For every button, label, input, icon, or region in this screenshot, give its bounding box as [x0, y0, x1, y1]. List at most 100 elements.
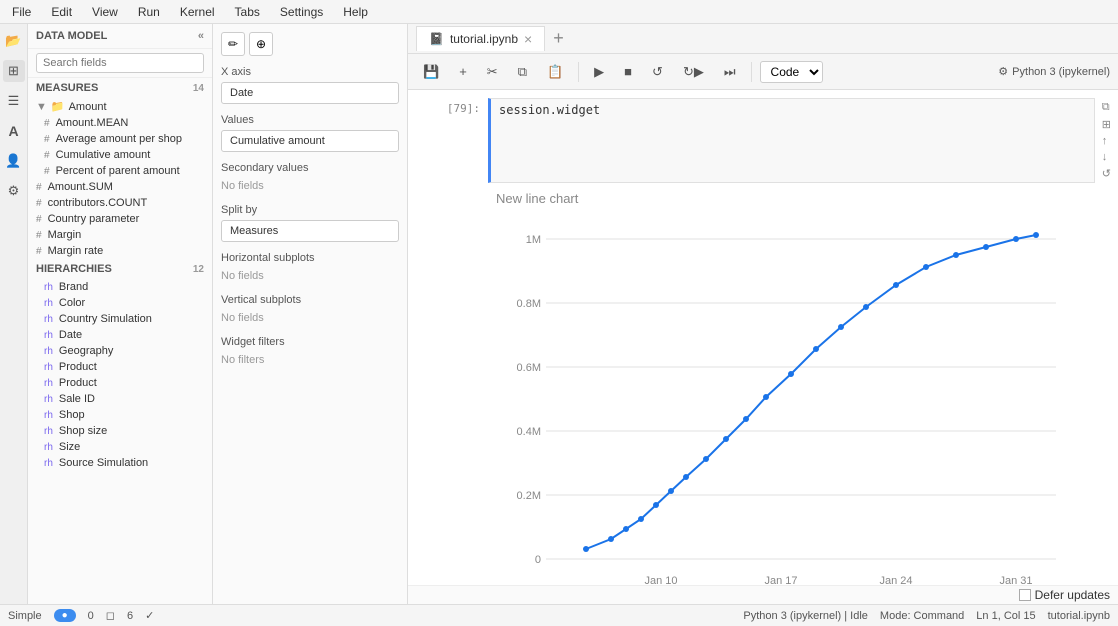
folder-icon[interactable]: 📂 [3, 30, 25, 52]
measure-label: Cumulative amount [56, 149, 151, 161]
paste-btn[interactable]: 📋 [540, 61, 570, 83]
svg-text:0.2M: 0.2M [517, 490, 541, 502]
copy-btn[interactable]: ⧉ [511, 61, 534, 83]
cell-code-text: session.widget [499, 103, 600, 117]
measure-margin-rate[interactable]: # Margin rate [28, 243, 212, 259]
hierarchy-size[interactable]: rh Size [28, 439, 212, 455]
x-axis-value[interactable]: Date [221, 82, 399, 104]
cut-btn[interactable]: ✂ [480, 61, 505, 83]
amount-folder-label: Amount [69, 101, 107, 113]
data-panel-scroll: MEASURES 14 ▼ 📁 Amount # Amount.MEAN # A… [28, 78, 212, 604]
measures-count: 14 [193, 83, 204, 94]
fast-forward-btn[interactable]: ⏭ [717, 61, 743, 83]
svg-text:0.8M: 0.8M [517, 298, 541, 310]
restart-run-btn[interactable]: ↻▶ [676, 61, 711, 83]
save-btn[interactable]: 💾 [416, 61, 446, 83]
menu-help[interactable]: Help [339, 3, 372, 21]
svg-text:Jan 24: Jan 24 [879, 575, 912, 585]
menu-view[interactable]: View [88, 3, 122, 21]
measure-avg-amount[interactable]: # Average amount per shop [28, 131, 212, 147]
hierarchy-date[interactable]: rh Date [28, 327, 212, 343]
defer-updates-container: Defer updates [1019, 588, 1110, 602]
cell-type-select[interactable]: Code [760, 61, 823, 83]
vertical-subplots-section: Vertical subplots No fields [221, 294, 399, 326]
measure-contributors[interactable]: # contributors.COUNT [28, 195, 212, 211]
move-down-btn[interactable]: ↓ [1099, 150, 1114, 164]
hierarchy-color[interactable]: rh Color [28, 295, 212, 311]
hierarchy-brand[interactable]: rh Brand [28, 279, 212, 295]
hierarchy-sale-id[interactable]: rh Sale ID [28, 391, 212, 407]
measure-label: Margin rate [48, 245, 104, 257]
measures-amount-folder[interactable]: ▼ 📁 Amount [28, 98, 212, 115]
edit-config-btn[interactable]: ✏ [221, 32, 245, 56]
measure-label: Average amount per shop [56, 133, 182, 145]
move-up-btn[interactable]: ↑ [1099, 134, 1114, 148]
mode-command-label: Mode: Command [880, 610, 964, 622]
run-btn[interactable]: ▶ [587, 61, 611, 83]
search-input[interactable] [36, 53, 204, 73]
defer-updates-checkbox[interactable] [1019, 589, 1031, 601]
measures-section-header: MEASURES 14 [28, 78, 212, 98]
menu-settings[interactable]: Settings [276, 3, 327, 21]
hierarchy-geography[interactable]: rh Geography [28, 343, 212, 359]
add-tab-icon[interactable]: + [549, 28, 568, 49]
add-cell-btn[interactable]: + [452, 61, 474, 82]
measure-amount-sum[interactable]: # Amount.SUM [28, 179, 212, 195]
hierarchy-shop[interactable]: rh Shop [28, 407, 212, 423]
horizontal-subplots-no-fields: No fields [221, 268, 399, 284]
horizontal-subplots-section: Horizontal subplots No fields [221, 252, 399, 284]
hierarchy-label: Size [59, 441, 80, 453]
measure-margin[interactable]: # Margin [28, 227, 212, 243]
measure-country-param[interactable]: # Country parameter [28, 211, 212, 227]
hierarchy-country-sim[interactable]: rh Country Simulation [28, 311, 212, 327]
text-icon[interactable]: A [3, 120, 25, 142]
jupyter-area: 📓 tutorial.ipynb × + 💾 + ✂ ⧉ 📋 ▶ ■ ↺ ↻▶ … [408, 24, 1118, 604]
split-by-value[interactable]: Measures [221, 220, 399, 242]
data-model-icon[interactable]: ⊞ [3, 60, 25, 82]
expand-cell-btn[interactable]: ⊞ [1099, 117, 1114, 132]
hierarchy-label: Product [59, 361, 97, 373]
hierarchy-product1[interactable]: rh Product [28, 359, 212, 375]
hierarchy-label: Country Simulation [59, 313, 152, 325]
hierarchy-label: Sale ID [59, 393, 95, 405]
line-chart-svg: 1M 0.8M 0.6M 0.4M 0.2M 0 Jan 10 2021 Jan… [496, 214, 1076, 585]
measure-amount-mean[interactable]: # Amount.MEAN [28, 115, 212, 131]
menu-edit[interactable]: Edit [47, 3, 76, 21]
restart-btn[interactable]: ↺ [645, 61, 670, 83]
jupyter-toolbar: 💾 + ✂ ⧉ 📋 ▶ ■ ↺ ↻▶ ⏭ Code ⚙ Python 3 (ip… [408, 54, 1118, 90]
menu-file[interactable]: File [8, 3, 35, 21]
measure-label: contributors.COUNT [48, 197, 148, 209]
svg-text:Jan 10: Jan 10 [644, 575, 677, 585]
hierarchy-source-sim[interactable]: rh Source Simulation [28, 455, 212, 471]
extension-icon[interactable]: ⚙ [3, 180, 25, 202]
user-icon[interactable]: 👤 [3, 150, 25, 172]
copy-cell-btn[interactable]: ⧉ [1099, 100, 1114, 115]
menu-tabs[interactable]: Tabs [231, 3, 264, 21]
secondary-values-label: Secondary values [221, 162, 399, 174]
restart-cell-btn[interactable]: ↺ [1099, 166, 1114, 181]
notebook-tab[interactable]: 📓 tutorial.ipynb × [416, 26, 545, 51]
cell-num-label: 0 [88, 610, 94, 622]
hierarchies-count: 12 [193, 264, 204, 275]
cell-content: session.widget ⧉ ⊞ ↑ ↓ ↺ [488, 98, 1118, 183]
cell-code[interactable]: session.widget [488, 98, 1095, 183]
tab-close-icon[interactable]: × [524, 31, 532, 47]
measure-cumulative[interactable]: # Cumulative amount [28, 147, 212, 163]
menu-run[interactable]: Run [134, 3, 164, 21]
stop-btn[interactable]: ■ [617, 61, 639, 82]
measure-percent-parent[interactable]: # Percent of parent amount [28, 163, 212, 179]
table-view-icon[interactable]: ☰ [3, 90, 25, 112]
widget-filters-no-filters: No filters [221, 352, 399, 368]
collapse-icon[interactable]: « [198, 30, 204, 42]
measure-label: Amount.SUM [48, 181, 113, 193]
hierarchy-shop-size[interactable]: rh Shop size [28, 423, 212, 439]
duplicate-config-btn[interactable]: ⊕ [249, 32, 273, 56]
values-value[interactable]: Cumulative amount [221, 130, 399, 152]
menu-kernel[interactable]: Kernel [176, 3, 219, 21]
measure-label: Country parameter [48, 213, 140, 225]
data-panel-header: DATA MODEL « [28, 24, 212, 49]
toolbar-separator1 [578, 62, 579, 82]
hierarchy-product2[interactable]: rh Product [28, 375, 212, 391]
toggle-icon[interactable]: ● [54, 609, 76, 622]
status-right: Python 3 (ipykernel) | Idle Mode: Comman… [743, 610, 1110, 622]
